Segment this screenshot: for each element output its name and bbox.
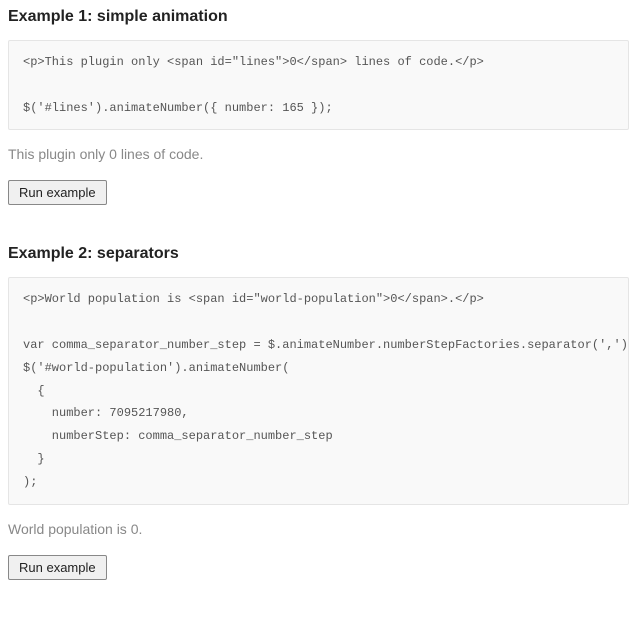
example-1-code: <p>This plugin only <span id="lines">0</… [8, 40, 629, 130]
example-2-code: <p>World population is <span id="world-p… [8, 277, 629, 504]
example-2-section: Example 2: separators <p>World populatio… [8, 245, 629, 579]
run-example-2-button[interactable]: Run example [8, 555, 107, 580]
run-example-1-button[interactable]: Run example [8, 180, 107, 205]
example-2-heading: Example 2: separators [8, 245, 629, 263]
example-1-section: Example 1: simple animation <p>This plug… [8, 8, 629, 205]
example-1-result: This plugin only 0 lines of code. [8, 146, 629, 162]
example-1-heading: Example 1: simple animation [8, 8, 629, 26]
example-2-result: World population is 0. [8, 521, 629, 537]
